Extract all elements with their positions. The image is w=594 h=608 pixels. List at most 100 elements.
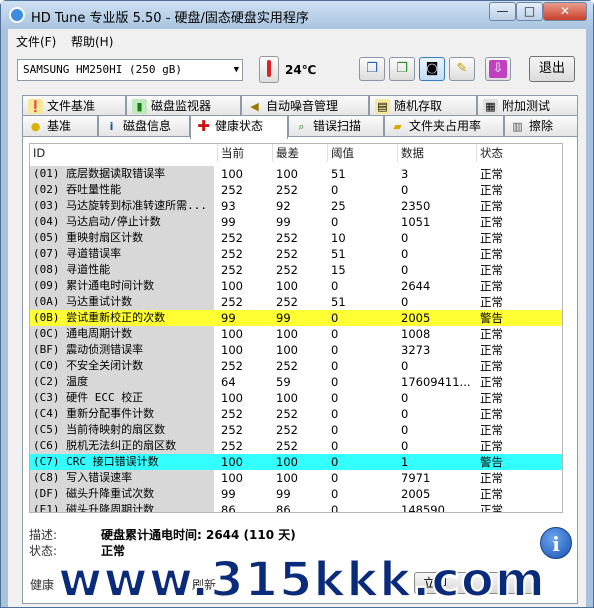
cell-data: 17609411... (401, 375, 471, 389)
health-log-label[interactable]: 健康 (30, 576, 54, 593)
cell-cur: 99 (221, 487, 236, 501)
cell-data: 0 (401, 359, 409, 373)
cell-id: (C0) 不安全关闭计数 (30, 358, 214, 374)
table-row[interactable]: (C7) CRC 接口错误计数 100 100 0 1 警告 (30, 454, 562, 470)
cell-id: (03) 马达旋转到标准转速所需... (30, 198, 214, 214)
cell-thr: 0 (331, 343, 339, 357)
screenshot-button[interactable]: ◙ (419, 57, 445, 81)
table-row[interactable]: (DF) 磁头升降重试次数 99 99 0 2005 正常 (30, 486, 562, 502)
tab-benchmark[interactable]: ● 基准 (22, 115, 98, 137)
save-button[interactable]: ⇩ (485, 57, 511, 81)
cell-status: 正常 (480, 423, 503, 437)
cell-status: 正常 (480, 439, 503, 453)
cell-thr: 15 (331, 263, 346, 277)
table-row[interactable]: (08) 寻道性能 252 252 15 0 正常 (30, 262, 562, 278)
table-row[interactable]: (C8) 写入错误速率 100 100 0 7971 正常 (30, 470, 562, 486)
table-row[interactable]: (C2) 温度 64 59 0 17609411... 正常 (30, 374, 562, 390)
cell-id: (C7) CRC 接口错误计数 (33, 455, 159, 468)
tab-disk-monitor[interactable]: ▮ 磁盘监视器 (126, 95, 241, 117)
maximize-button[interactable]: □ (516, 2, 543, 21)
cell-id: (04) 马达启动/停止计数 (30, 214, 214, 230)
table-row[interactable]: (02) 吞吐量性能 252 252 0 0 正常 (30, 182, 562, 198)
column-header-id[interactable]: ID (30, 144, 218, 162)
table-row[interactable]: (0B) 尝试重新校正的次数 99 99 0 2005 警告 (30, 310, 562, 326)
table-row[interactable]: (E1) 磁头升降周期计数 86 86 0 148590 正常 (30, 502, 562, 513)
tab-extra-tests[interactable]: ▦ 附加测试 (477, 95, 578, 117)
window-title: HD Tune 专业版 5.50 - 硬盘/固态硬盘实用程序 (31, 11, 309, 26)
column-header-worst[interactable]: 最差 (273, 144, 328, 162)
title-bar[interactable]: HD Tune 专业版 5.50 - 硬盘/固态硬盘实用程序 — □ ✕ (1, 1, 593, 29)
table-row[interactable]: (C3) 硬件 ECC 校正 100 100 0 0 正常 (30, 390, 562, 406)
cell-data: 0 (401, 247, 409, 261)
minimize-button[interactable]: — (489, 2, 516, 21)
table-row[interactable]: (0C) 通电周期计数 100 100 0 1008 正常 (30, 326, 562, 342)
column-header-status[interactable]: 状态 (477, 144, 562, 162)
cell-worst: 100 (276, 279, 298, 293)
copy-button[interactable]: ❐ (359, 57, 385, 81)
table-row[interactable]: (05) 重映射扇区计数 252 252 10 0 正常 (30, 230, 562, 246)
drive-select[interactable]: SAMSUNG HM250HI (250 gB) ▼ (17, 59, 243, 81)
tab-aam[interactable]: ◀ 自动噪音管理 (241, 95, 369, 117)
cell-thr: 0 (331, 311, 339, 325)
cell-worst: 252 (276, 423, 298, 437)
cell-data: 1051 (401, 215, 431, 229)
table-row[interactable]: (01) 底层数据读取错误率 100 100 51 3 正常 (30, 166, 562, 182)
cell-status: 正常 (480, 295, 503, 309)
app-window: HD Tune 专业版 5.50 - 硬盘/固态硬盘实用程序 — □ ✕ 文件(… (0, 0, 594, 608)
table-row[interactable]: (07) 寻道错误率 252 252 51 0 正常 (30, 246, 562, 262)
tab-label: 磁盘监视器 (151, 99, 212, 113)
close-button[interactable]: ✕ (543, 2, 587, 21)
tab-error-scan[interactable]: ⌕ 错误扫描 (288, 115, 384, 137)
column-header-current[interactable]: 当前 (218, 144, 273, 162)
table-row[interactable]: (C4) 重新分配事件计数 252 252 0 0 正常 (30, 406, 562, 422)
smart-table[interactable]: ID 当前 最差 阈值 数据 状态 (01) 底层数据读取错误率 100 100 51… (29, 143, 563, 513)
table-row[interactable]: (03) 马达旋转到标准转速所需... 93 92 25 2350 正常 (30, 198, 562, 214)
status-label: 状态: (29, 544, 58, 558)
menu-file[interactable]: 文件(F) (16, 33, 56, 50)
tab-random-access[interactable]: ▤ 随机存取 (369, 95, 477, 117)
aam-icon: ◀ (250, 100, 259, 113)
table-row[interactable]: (C6) 脱机无法纠正的扇区数 252 252 0 0 正常 (30, 438, 562, 454)
info-icon: i (109, 120, 114, 133)
tab-erase[interactable]: ▥ 擦除 (504, 115, 578, 137)
cell-worst: 252 (276, 263, 298, 277)
column-header-data[interactable]: 数据 (398, 144, 477, 162)
cell-id: (09) 累计通电时间计数 (30, 278, 214, 294)
cell-thr: 10 (331, 231, 346, 245)
tab-file-benchmark[interactable]: ❗ 文件基准 (22, 95, 126, 117)
column-header-threshold[interactable]: 阈值 (328, 144, 398, 162)
cell-cur: 100 (221, 455, 243, 469)
cell-data: 1 (401, 455, 409, 469)
table-row[interactable]: (C0) 不安全关闭计数 252 252 0 0 正常 (30, 358, 562, 374)
table-row[interactable]: (04) 马达启动/停止计数 99 99 0 1051 正常 (30, 214, 562, 230)
cell-data: 148590 (401, 503, 445, 513)
description-label: 描述: (29, 528, 58, 542)
table-row[interactable]: (BF) 震动侦测错误率 100 100 0 3273 正常 (30, 342, 562, 358)
tab-folder-usage[interactable]: ▰ 文件夹占用率 (384, 115, 504, 137)
cell-thr: 0 (331, 439, 339, 453)
options-icon: ✎ (456, 61, 468, 76)
cell-thr: 0 (331, 407, 339, 421)
cell-worst: 252 (276, 439, 298, 453)
cell-id: (07) 寻道错误率 (30, 246, 214, 262)
cell-data: 0 (401, 407, 409, 421)
cell-id: (C5) 当前待映射的扇区数 (30, 422, 214, 438)
table-row[interactable]: (C5) 当前待映射的扇区数 252 252 0 0 正常 (30, 422, 562, 438)
copy-icon: ❐ (366, 61, 378, 76)
tab-row-bottom: ● 基准 i 磁盘信息 ✚ 健康状态 ⌕ 错误扫描 ▰ 文件夹占用率 ▥ 擦除 (22, 115, 578, 139)
copy-all-button[interactable]: ❐ (389, 57, 415, 81)
tab-health[interactable]: ✚ 健康状态 (190, 115, 288, 139)
options-button[interactable]: ✎ (449, 57, 475, 81)
cell-cur: 252 (221, 359, 243, 373)
tab-disk-info[interactable]: i 磁盘信息 (98, 115, 190, 137)
cell-data: 0 (401, 391, 409, 405)
cell-id: (02) 吞吐量性能 (30, 182, 214, 198)
cell-thr: 0 (331, 279, 339, 293)
menu-help[interactable]: 帮助(H) (71, 33, 113, 50)
tab-label: 自动噪音管理 (266, 99, 339, 113)
table-row[interactable]: (0A) 马达重试计数 252 252 51 0 正常 (30, 294, 562, 310)
table-row[interactable]: (09) 累计通电时间计数 100 100 0 2644 正常 (30, 278, 562, 294)
cell-worst: 100 (276, 327, 298, 341)
cell-cur: 100 (221, 391, 243, 405)
exit-button[interactable]: 退出 (529, 56, 575, 82)
